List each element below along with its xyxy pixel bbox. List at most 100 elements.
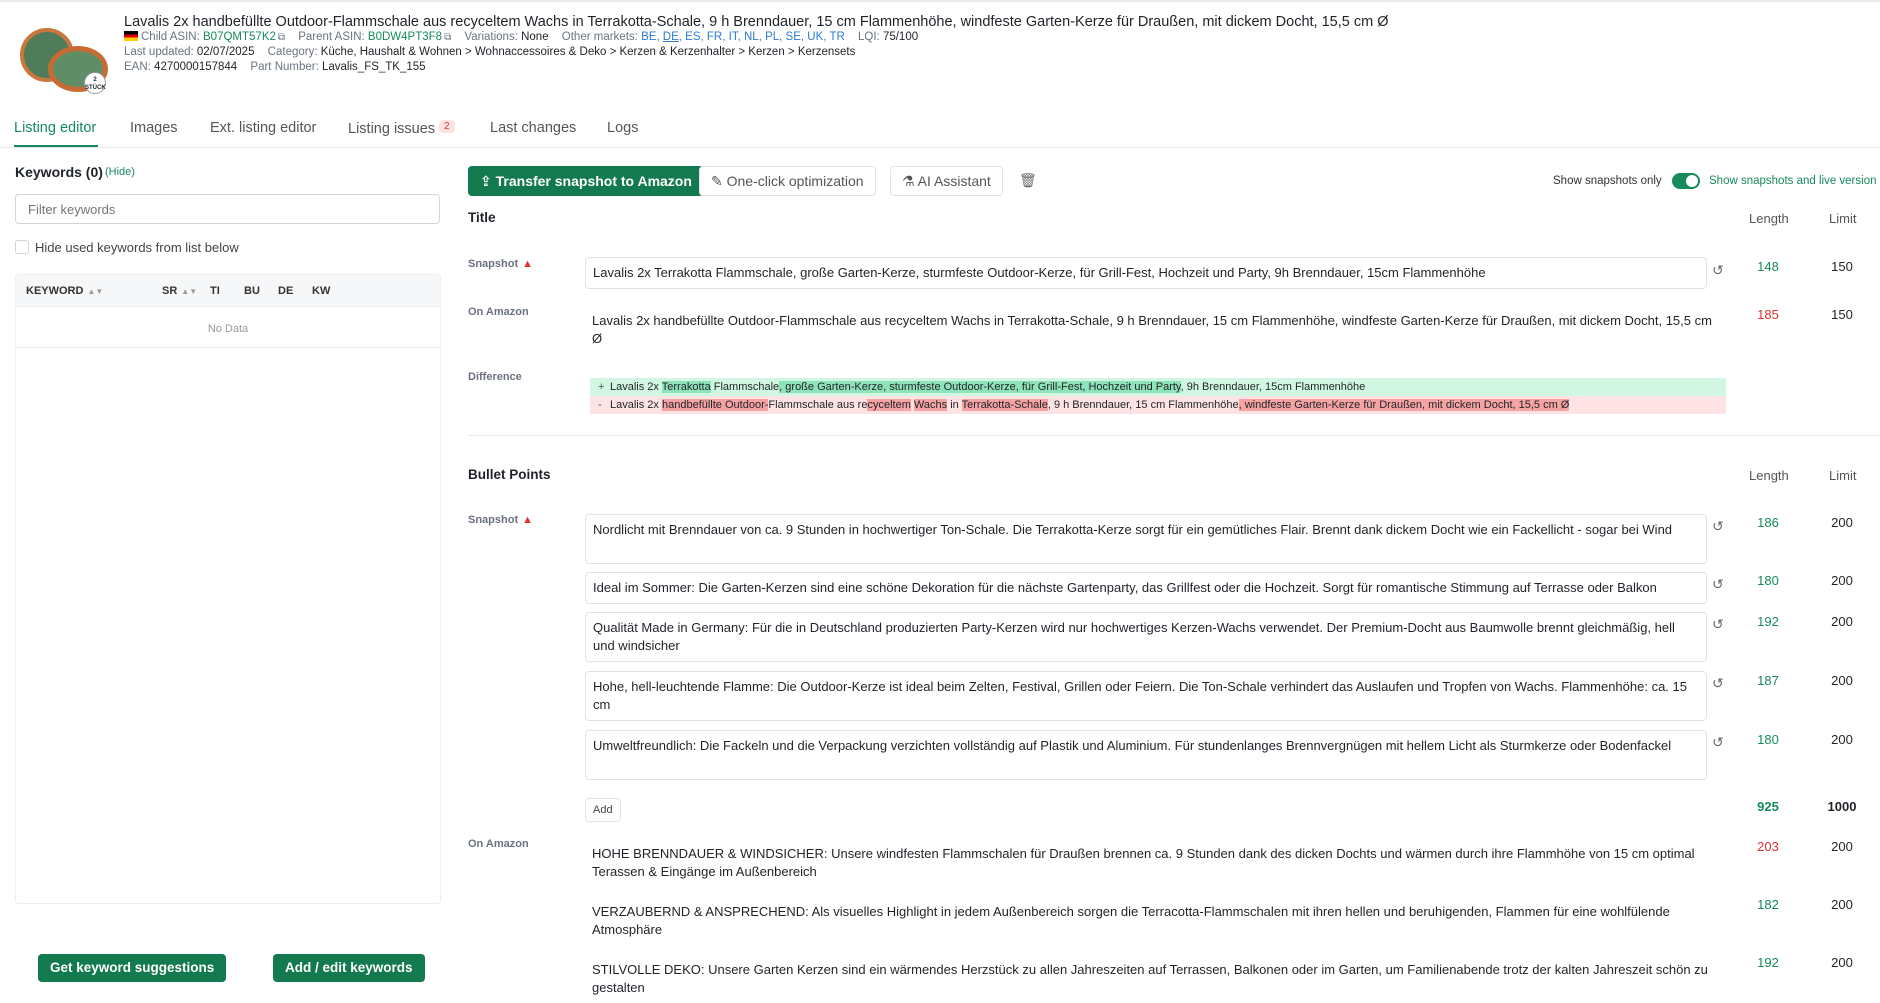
sort-icon: ▲▼ <box>87 287 104 296</box>
bullet-snapshot-field-3[interactable]: Qualität Made in Germany: Für die in Deu… <box>585 612 1707 662</box>
market-link[interactable]: NL <box>744 31 759 43</box>
bullet-amazon-limit-2: 200 <box>1831 897 1853 912</box>
one-click-optimization-button[interactable]: ✎ One-click optimization <box>699 166 876 196</box>
tab-listing-issues[interactable]: Listing issues 2 <box>348 120 455 137</box>
hide-used-keywords-checkbox[interactable] <box>15 240 29 254</box>
get-keyword-suggestions-button[interactable]: Get keyword suggestions <box>38 954 227 982</box>
tab-last-changes[interactable]: Last changes <box>490 120 576 136</box>
ai-icon: ⚗ <box>902 173 918 189</box>
reset-icon[interactable]: ↺ <box>1712 262 1724 279</box>
show-snapshots-only-label: Show snapshots only <box>1553 175 1662 187</box>
reset-icon[interactable]: ↺ <box>1712 616 1724 633</box>
transfer-snapshot-button[interactable]: ⇪ Transfer snapshot to Amazon <box>468 166 704 196</box>
product-header: 2 STÜCK Lavalis 2x handbefüllte Outdoor-… <box>14 14 1874 94</box>
col-sr[interactable]: SR ▲▼ <box>162 285 197 297</box>
ean-value: 4270000157844 <box>154 61 238 73</box>
tab-listing-issues-label: Listing issues <box>348 121 436 137</box>
market-link[interactable]: SE <box>786 31 801 43</box>
market-link[interactable]: PL <box>765 31 779 43</box>
col-ti: TI <box>210 285 220 297</box>
market-link[interactable]: ES <box>685 31 700 43</box>
bullet-amazon-text-1: HOHE BRENNDAUER & WINDSICHER: Unsere win… <box>592 846 1695 879</box>
trash-icon[interactable]: 🗑 <box>1019 172 1037 189</box>
bullets-total-limit: 1000 <box>1827 799 1857 814</box>
ean-label: EAN: <box>124 61 151 73</box>
tab-bar: Listing editor Images Ext. listing edito… <box>0 112 1880 148</box>
bullet-snapshot-field-2[interactable]: Ideal im Sommer: Die Garten-Kerzen sind … <box>585 572 1707 604</box>
parent-asin-link[interactable]: B0DW4PT3F8 <box>368 31 442 43</box>
market-link[interactable]: IT <box>729 31 738 43</box>
reset-icon[interactable]: ↺ <box>1712 576 1724 593</box>
bullet-snapshot-field-4[interactable]: Hohe, hell-leuchtende Flamme: Die Outdoo… <box>585 671 1707 721</box>
hide-keywords-link[interactable]: (Hide) <box>105 166 135 178</box>
tab-logs[interactable]: Logs <box>607 120 638 136</box>
title-section-heading: Title <box>468 210 496 225</box>
bullet-snapshot-limit-5: 200 <box>1831 732 1853 747</box>
diff-add-sign: + <box>598 381 605 393</box>
market-link[interactable]: UK <box>807 31 823 43</box>
reset-icon[interactable]: ↺ <box>1712 734 1724 751</box>
market-link[interactable]: TR <box>829 31 844 43</box>
child-asin-link[interactable]: B07QMT57K2 <box>203 31 276 43</box>
product-title: Lavalis 2x handbefüllte Outdoor-Flammsch… <box>124 14 1389 30</box>
bullet-snapshot-length-4: 187 <box>1757 673 1779 688</box>
keywords-panel: Keywords (0) (Hide) Hide used keywords f… <box>14 148 442 1003</box>
col-bu: BU <box>244 285 260 297</box>
col-de: DE <box>278 285 294 297</box>
add-edit-keywords-button[interactable]: Add / edit keywords <box>273 954 425 982</box>
reset-icon[interactable]: ↺ <box>1712 675 1724 692</box>
warning-icon: ▲ <box>522 258 534 270</box>
bullet-amazon-text-3: STILVOLLE DEKO: Unsere Garten Kerzen sin… <box>592 962 1708 995</box>
bullet-snapshot-field-5[interactable]: Umweltfreundlich: Die Fackeln und die Ve… <box>585 730 1707 780</box>
diff-added-line: + Lavalis 2x Terrakotta Flammschale, groß… <box>590 378 1726 396</box>
length-column-header: Length <box>1749 211 1789 226</box>
market-link[interactable]: BE <box>641 31 656 43</box>
title-amazon-label: On Amazon <box>468 306 529 318</box>
hide-used-keywords-row[interactable]: Hide used keywords from list below <box>15 240 239 255</box>
market-link[interactable]: FR <box>707 31 722 43</box>
external-link-icon[interactable]: ⧉ <box>444 32 451 43</box>
bullet-amazon-limit-1: 200 <box>1831 839 1853 854</box>
quantity-badge: 2 STÜCK <box>84 72 106 94</box>
title-snapshot-limit: 150 <box>1831 259 1853 274</box>
bullets-section-heading: Bullet Points <box>468 467 551 482</box>
show-snapshots-live-label: Show snapshots and live version <box>1709 175 1877 187</box>
filter-keywords-input[interactable] <box>15 194 440 224</box>
title-amazon-text: Lavalis 2x handbefüllte Outdoor-Flammsch… <box>592 313 1712 346</box>
snapshot-view-toggle[interactable] <box>1672 173 1700 189</box>
bullet-amazon-limit-3: 200 <box>1831 955 1853 970</box>
issues-count-badge: 2 <box>439 120 455 133</box>
bullet-snapshot-limit-3: 200 <box>1831 614 1853 629</box>
bullet-snapshot-length-5: 180 <box>1757 732 1779 747</box>
lqi-label: LQI: <box>858 31 880 43</box>
tab-images[interactable]: Images <box>130 120 178 136</box>
reset-icon[interactable]: ↺ <box>1712 518 1724 535</box>
market-link[interactable]: DE <box>663 31 679 43</box>
asin-row: Child ASIN: B07QMT57K2 ⧉ Parent ASIN: B0D… <box>124 31 918 43</box>
external-link-icon[interactable]: ⧉ <box>278 32 285 43</box>
add-bullet-button[interactable]: Add <box>585 798 621 822</box>
keywords-table: KEYWORD ▲▼ SR ▲▼ TI BU DE KW No Data <box>15 274 441 904</box>
variations-label: Variations: <box>464 31 518 43</box>
upload-icon: ⇪ <box>480 173 496 189</box>
bullet-snapshot-length-2: 180 <box>1757 573 1779 588</box>
part-number-label: Part Number: <box>250 61 319 73</box>
hide-used-keywords-label: Hide used keywords from list below <box>35 240 239 255</box>
col-keyword[interactable]: KEYWORD ▲▼ <box>26 285 103 297</box>
category-row: Last updated: 02/07/2025 Category: Küche… <box>124 46 855 58</box>
bullets-snapshot-label: Snapshot ▲ <box>468 514 534 526</box>
tab-ext-listing-editor[interactable]: Ext. listing editor <box>210 120 316 136</box>
title-snapshot-label: Snapshot ▲ <box>468 258 534 270</box>
ai-assistant-button[interactable]: ⚗ AI Assistant <box>890 166 1003 196</box>
bullets-amazon-label: On Amazon <box>468 838 529 850</box>
title-difference-label: Difference <box>468 371 522 383</box>
tab-listing-editor[interactable]: Listing editor <box>14 120 96 136</box>
section-divider <box>468 435 1880 436</box>
limit-column-header: Limit <box>1829 211 1857 226</box>
ean-row: EAN: 4270000157844 Part Number: Lavalis_… <box>124 61 426 73</box>
title-snapshot-field[interactable]: Lavalis 2x Terrakotta Flammschale, große… <box>585 257 1707 289</box>
table-divider <box>16 347 440 348</box>
product-thumbnail[interactable]: 2 STÜCK <box>14 20 114 102</box>
col-kw: KW <box>312 285 331 297</box>
bullet-snapshot-field-1[interactable]: Nordlicht mit Brenndauer von ca. 9 Stund… <box>585 514 1707 564</box>
